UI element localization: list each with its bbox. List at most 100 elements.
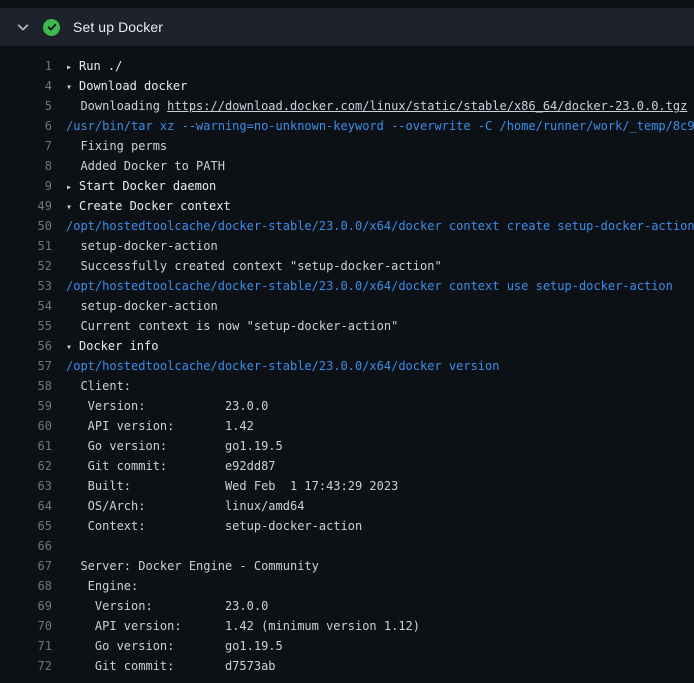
group-label: Download docker <box>79 79 187 93</box>
chevron-down-icon[interactable]: ▾ <box>66 338 79 356</box>
log-lines: 1▸Run ./4▾Download docker5 Downloading h… <box>0 46 694 683</box>
line-content: ▾Create Docker context <box>66 196 231 216</box>
log-text: Successfully created context "setup-dock… <box>66 259 442 273</box>
log-line: 71 Go version: go1.19.5 <box>0 636 694 656</box>
command-text: /opt/hostedtoolcache/docker-stable/23.0.… <box>66 219 694 233</box>
line-content: Version: 23.0.0 <box>66 396 268 416</box>
line-number[interactable]: 9 <box>0 176 52 196</box>
line-content: Go version: go1.19.5 <box>66 436 283 456</box>
log-group-line[interactable]: 56 ▾Docker info <box>0 336 694 356</box>
chevron-down-icon[interactable]: ▾ <box>66 78 79 96</box>
line-number[interactable]: 68 <box>0 576 52 596</box>
log-text: Current context is now "setup-docker-act… <box>66 319 398 333</box>
group-label: Create Docker context <box>79 199 231 213</box>
log-line: 70 API version: 1.42 (minimum version 1.… <box>0 616 694 636</box>
log-line: 72 Git commit: d7573ab <box>0 656 694 676</box>
log-text: Downloading <box>66 99 167 113</box>
line-number[interactable]: 70 <box>0 616 52 636</box>
log-line: 7 Fixing perms <box>0 136 694 156</box>
log-group-line[interactable]: 4 ▾Download docker <box>0 76 694 96</box>
line-number[interactable]: 69 <box>0 596 52 616</box>
line-number[interactable]: 60 <box>0 416 52 436</box>
line-number[interactable]: 65 <box>0 516 52 536</box>
line-number[interactable]: 72 <box>0 656 52 676</box>
line-number[interactable]: 54 <box>0 296 52 316</box>
log-line: 6/usr/bin/tar xz --warning=no-unknown-ke… <box>0 116 694 136</box>
line-number[interactable]: 58 <box>0 376 52 396</box>
chevron-right-icon[interactable]: ▸ <box>66 58 79 76</box>
log-line: 8 Added Docker to PATH <box>0 156 694 176</box>
line-content: ▸Start Docker daemon <box>66 176 216 196</box>
line-number[interactable]: 6 <box>0 116 52 136</box>
line-number[interactable]: 53 <box>0 276 52 296</box>
line-number[interactable]: 55 <box>0 316 52 336</box>
log-line: 5 Downloading https://download.docker.co… <box>0 96 694 116</box>
log-group-line[interactable]: 1 ▸Run ./ <box>0 56 694 76</box>
log-text: Go version: go1.19.5 <box>66 639 283 653</box>
chevron-down-icon[interactable]: ▾ <box>66 198 79 216</box>
command-text: /usr/bin/tar xz --warning=no-unknown-key… <box>66 119 694 133</box>
command-text: /opt/hostedtoolcache/docker-stable/23.0.… <box>66 359 499 373</box>
log-text: setup-docker-action <box>66 299 218 313</box>
line-content: setup-docker-action <box>66 296 218 316</box>
line-content: Engine: <box>66 576 138 596</box>
log-line: 64 OS/Arch: linux/amd64 <box>0 496 694 516</box>
line-number[interactable]: 7 <box>0 136 52 156</box>
line-number[interactable]: 56 <box>0 336 52 356</box>
log-text: Built: Wed Feb 1 17:43:29 2023 <box>66 479 398 493</box>
step-header[interactable]: Set up Docker <box>0 8 694 46</box>
line-content: /opt/hostedtoolcache/docker-stable/23.0.… <box>66 216 694 236</box>
line-number[interactable]: 71 <box>0 636 52 656</box>
group-label: Run ./ <box>79 59 122 73</box>
line-number[interactable]: 51 <box>0 236 52 256</box>
line-number[interactable]: 50 <box>0 216 52 236</box>
line-content: Git commit: d7573ab <box>66 656 276 676</box>
line-content: Added Docker to PATH <box>66 156 225 176</box>
line-number[interactable]: 1 <box>0 56 52 76</box>
line-content: Server: Docker Engine - Community <box>66 556 319 576</box>
line-content: ▾Download docker <box>66 76 187 96</box>
line-number[interactable]: 63 <box>0 476 52 496</box>
log-line: 69 Version: 23.0.0 <box>0 596 694 616</box>
log-group-line[interactable]: 49 ▾Create Docker context <box>0 196 694 216</box>
line-content: /opt/hostedtoolcache/docker-stable/23.0.… <box>66 276 673 296</box>
log-line: 57/opt/hostedtoolcache/docker-stable/23.… <box>0 356 694 376</box>
line-number[interactable]: 64 <box>0 496 52 516</box>
log-text: Git commit: d7573ab <box>66 659 276 673</box>
log-line: 55 Current context is now "setup-docker-… <box>0 316 694 336</box>
line-number[interactable]: 67 <box>0 556 52 576</box>
group-label: Docker info <box>79 339 158 353</box>
line-number[interactable]: 59 <box>0 396 52 416</box>
group-label: Start Docker daemon <box>79 179 216 193</box>
line-number[interactable]: 8 <box>0 156 52 176</box>
log-line: 65 Context: setup-docker-action <box>0 516 694 536</box>
log-line: 52 Successfully created context "setup-d… <box>0 256 694 276</box>
log-text: Context: setup-docker-action <box>66 519 362 533</box>
log-text: Client: <box>66 379 131 393</box>
line-content: setup-docker-action <box>66 236 218 256</box>
line-content: Fixing perms <box>66 136 167 156</box>
line-number[interactable]: 61 <box>0 436 52 456</box>
chevron-down-icon[interactable] <box>16 20 30 34</box>
line-number[interactable]: 66 <box>0 536 52 556</box>
command-text: /opt/hostedtoolcache/docker-stable/23.0.… <box>66 279 673 293</box>
log-text: Git commit: e92dd87 <box>66 459 276 473</box>
success-check-icon <box>43 19 60 36</box>
log-text: Version: 23.0.0 <box>66 399 268 413</box>
line-content: API version: 1.42 <box>66 416 254 436</box>
log-line: 63 Built: Wed Feb 1 17:43:29 2023 <box>0 476 694 496</box>
log-link[interactable]: https://download.docker.com/linux/static… <box>167 99 687 113</box>
chevron-right-icon[interactable]: ▸ <box>66 178 79 196</box>
log-text: setup-docker-action <box>66 239 218 253</box>
log-group-line[interactable]: 9 ▸Start Docker daemon <box>0 176 694 196</box>
line-number[interactable]: 52 <box>0 256 52 276</box>
log-text: OS/Arch: linux/amd64 <box>66 499 304 513</box>
line-content: Context: setup-docker-action <box>66 516 362 536</box>
line-number[interactable]: 5 <box>0 96 52 116</box>
line-number[interactable]: 62 <box>0 456 52 476</box>
line-number[interactable]: 4 <box>0 76 52 96</box>
line-number[interactable]: 57 <box>0 356 52 376</box>
line-number[interactable]: 49 <box>0 196 52 216</box>
line-content: ▾Docker info <box>66 336 158 356</box>
line-content: Version: 23.0.0 <box>66 596 268 616</box>
